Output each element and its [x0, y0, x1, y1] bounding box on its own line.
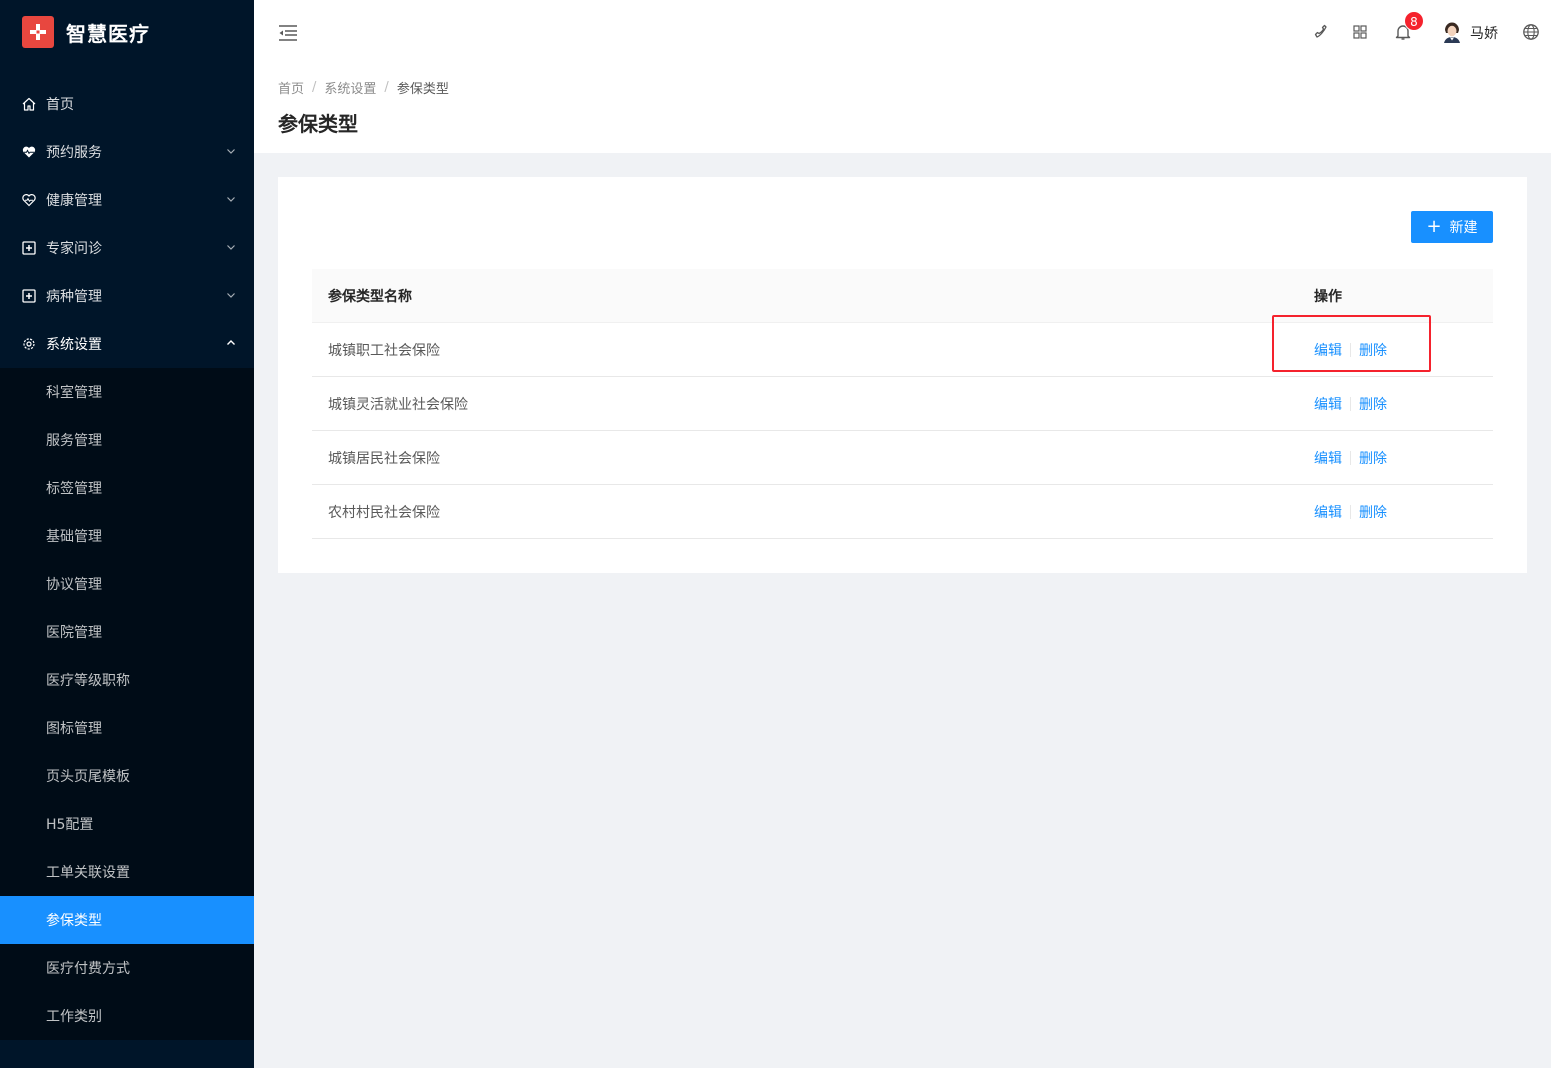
- table-row: 城镇居民社会保险 编辑 删除: [312, 431, 1493, 485]
- sidebar-item-agreement[interactable]: 协议管理: [0, 560, 254, 608]
- apps-grid-icon[interactable]: [1351, 23, 1369, 41]
- notification-badge: 8: [1404, 11, 1424, 31]
- home-icon: [22, 97, 36, 111]
- new-button[interactable]: + 新建: [1411, 211, 1493, 243]
- breadcrumb-separator: /: [312, 79, 317, 95]
- table-row: 农村村民社会保险 编辑 删除: [312, 485, 1493, 539]
- sidebar-item-basic[interactable]: 基础管理: [0, 512, 254, 560]
- sidebar: 智慧医疗 首页 预约服务 健康管理 专家问诊 病种管理 系统设置 科室管理 服务…: [0, 0, 254, 1068]
- app-title: 智慧医疗: [66, 21, 150, 46]
- chevron-down-icon: [227, 293, 235, 298]
- sidebar-item-department[interactable]: 科室管理: [0, 368, 254, 416]
- heart-pulse-icon: [22, 145, 36, 159]
- sidebar-item-work-category[interactable]: 工作类别: [0, 992, 254, 1040]
- heart-outline-icon: [22, 193, 36, 207]
- sidebar-menu: 首页 预约服务 健康管理 专家问诊 病种管理 系统设置 科室管理 服务管理 标签…: [0, 80, 254, 1040]
- gear-icon: [22, 337, 36, 351]
- delete-link[interactable]: 删除: [1359, 394, 1387, 414]
- action-divider: [1350, 396, 1351, 411]
- insurance-type-table: 参保类型名称 操作 城镇职工社会保险 编辑 删除 城镇灵活就业社会保险 编辑 删…: [312, 269, 1493, 539]
- sidebar-item-health[interactable]: 健康管理: [0, 176, 254, 224]
- highlight-annotation-box: [1272, 315, 1431, 372]
- menu-fold-icon[interactable]: [278, 24, 298, 42]
- chevron-up-icon: [227, 340, 235, 345]
- edit-link[interactable]: 编辑: [1314, 448, 1342, 468]
- sidebar-item-label: 首页: [46, 97, 74, 113]
- action-divider: [1350, 504, 1351, 519]
- page-title: 参保类型: [278, 112, 358, 136]
- chevron-down-icon: [227, 245, 235, 250]
- action-divider: [1350, 450, 1351, 465]
- page-header: 首页 / 系统设置 / 参保类型 参保类型: [254, 64, 1551, 153]
- row-actions: 编辑 删除: [1305, 394, 1493, 414]
- medical-box-icon: [22, 289, 36, 303]
- breadcrumb: 首页 / 系统设置 / 参保类型: [278, 78, 1527, 97]
- sidebar-item-service[interactable]: 服务管理: [0, 416, 254, 464]
- sidebar-item-hospital[interactable]: 医院管理: [0, 608, 254, 656]
- top-header: 8 马娇: [254, 0, 1551, 64]
- medical-box-icon: [22, 241, 36, 255]
- chevron-down-icon: [227, 197, 235, 202]
- sidebar-item-work-order[interactable]: 工单关联设置: [0, 848, 254, 896]
- sidebar-item-label: 健康管理: [46, 193, 102, 209]
- sidebar-item-appointment[interactable]: 预约服务: [0, 128, 254, 176]
- row-actions: 编辑 删除: [1305, 448, 1493, 468]
- edit-link[interactable]: 编辑: [1314, 502, 1342, 522]
- breadcrumb-current: 参保类型: [396, 81, 449, 97]
- sidebar-item-tag[interactable]: 标签管理: [0, 464, 254, 512]
- breadcrumb-settings[interactable]: 系统设置: [324, 78, 376, 97]
- table-row: 城镇灵活就业社会保险 编辑 删除: [312, 377, 1493, 431]
- column-header-actions: 操作: [1314, 288, 1342, 305]
- row-name: 城镇灵活就业社会保险: [328, 396, 468, 413]
- row-actions: 编辑 删除: [1305, 502, 1493, 522]
- breadcrumb-separator: /: [384, 79, 389, 95]
- row-name: 农村村民社会保险: [328, 504, 440, 521]
- row-name: 城镇职工社会保险: [328, 342, 440, 359]
- logo[interactable]: 智慧医疗: [0, 0, 254, 64]
- globe-icon[interactable]: [1522, 23, 1540, 41]
- breadcrumb-home[interactable]: 首页: [278, 78, 304, 97]
- sidebar-item-consultation[interactable]: 专家问诊: [0, 224, 254, 272]
- sidebar-item-disease[interactable]: 病种管理: [0, 272, 254, 320]
- sidebar-item-h5-config[interactable]: H5配置: [0, 800, 254, 848]
- settings-submenu: 科室管理 服务管理 标签管理 基础管理 协议管理 医院管理 医疗等级职称 图标管…: [0, 368, 254, 1040]
- sidebar-item-header-footer[interactable]: 页头页尾模板: [0, 752, 254, 800]
- sidebar-item-label: 系统设置: [46, 337, 102, 353]
- content-card: + 新建 参保类型名称 操作 城镇职工社会保险 编辑 删除 城镇灵活就业社会保险…: [278, 177, 1527, 573]
- sidebar-item-home[interactable]: 首页: [0, 80, 254, 128]
- avatar[interactable]: [1442, 21, 1462, 43]
- sidebar-item-icon-manage[interactable]: 图标管理: [0, 704, 254, 752]
- column-header-name: 参保类型名称: [328, 288, 412, 305]
- sidebar-item-label: 病种管理: [46, 289, 102, 305]
- logo-icon: [22, 16, 54, 48]
- edit-link[interactable]: 编辑: [1314, 394, 1342, 414]
- plus-icon: +: [1426, 216, 1442, 237]
- sidebar-item-label: 专家问诊: [46, 241, 102, 257]
- sidebar-item-label: 预约服务: [46, 145, 102, 161]
- sidebar-item-settings[interactable]: 系统设置: [0, 320, 254, 368]
- sidebar-item-insurance-type[interactable]: 参保类型: [0, 896, 254, 944]
- sidebar-item-payment-method[interactable]: 医疗付费方式: [0, 944, 254, 992]
- chevron-down-icon: [227, 149, 235, 154]
- sidebar-item-medical-title[interactable]: 医疗等级职称: [0, 656, 254, 704]
- username[interactable]: 马娇: [1470, 23, 1498, 43]
- phone-icon[interactable]: [1313, 23, 1331, 41]
- delete-link[interactable]: 删除: [1359, 448, 1387, 468]
- new-button-label: 新建: [1449, 220, 1478, 236]
- row-name: 城镇居民社会保险: [328, 450, 440, 467]
- delete-link[interactable]: 删除: [1359, 502, 1387, 522]
